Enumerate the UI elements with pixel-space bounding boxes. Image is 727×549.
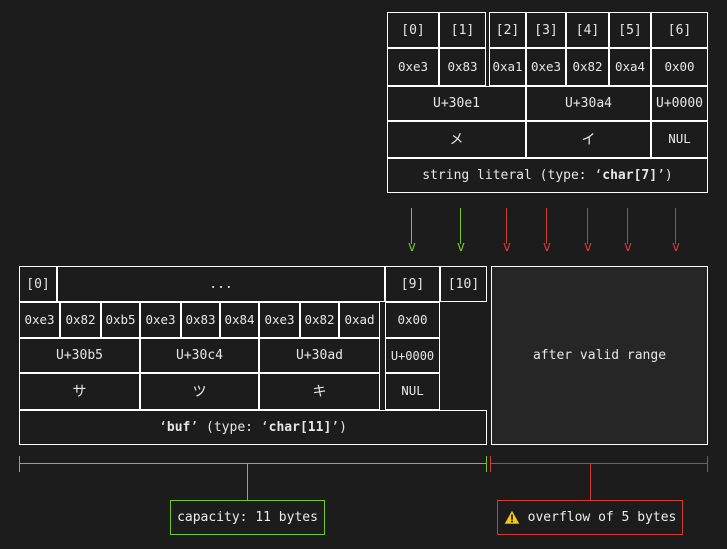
- dest-byte-cell-0: 0xe3: [19, 302, 60, 338]
- dest-index-cell-10: [10]: [440, 266, 487, 302]
- source-index-cell-2: [2]: [489, 12, 526, 48]
- arrow-head-icon: v: [541, 240, 553, 254]
- dest-byte-cell-2: 0xb5: [101, 302, 140, 338]
- source-byte-cell-1: 0x83: [439, 48, 486, 86]
- capacity-range-bracket: [19, 456, 487, 472]
- source-byte-cell-4: 0x82: [566, 48, 609, 86]
- dest-glyph-cell-0: サ: [19, 373, 140, 410]
- dest-codepoint-cell-3: U+0000: [385, 338, 440, 373]
- dest-caption-mid: ’ (type: ‘: [190, 421, 268, 434]
- source-byte-cell-6: 0x00: [651, 48, 708, 86]
- capacity-callout-label: capacity: 11 bytes: [177, 510, 318, 525]
- source-index-cell-3: [3]: [526, 12, 566, 48]
- source-codepoint-cell-1: U+30a4: [526, 86, 651, 121]
- dest-index-cell-ellipsis: ...: [57, 266, 385, 302]
- dest-table-caption: ‘buf’ (type: ‘char[11]’): [19, 410, 487, 445]
- dest-codepoint-cell-1: U+30c4: [140, 338, 259, 373]
- dest-glyph-cell-3: NUL: [385, 373, 440, 410]
- bracket-cap-left: [490, 456, 491, 472]
- arrow-head-icon: v: [406, 240, 418, 254]
- dest-byte-cell-8: 0xad: [339, 302, 380, 338]
- dest-byte-cell-1: 0x82: [60, 302, 101, 338]
- after-valid-range-label: after valid range: [533, 349, 666, 362]
- warning-triangle-icon: [504, 510, 520, 525]
- dest-byte-cell-9: 0x00: [385, 302, 440, 338]
- dest-codepoint-cell-2: U+30ad: [259, 338, 380, 373]
- bracket-bar: [19, 463, 487, 464]
- source-glyph-cell-2: NUL: [651, 121, 708, 158]
- dest-byte-cell-5: 0x84: [220, 302, 259, 338]
- source-byte-cell-0: 0xe3: [387, 48, 439, 86]
- bracket-cap-right: [486, 456, 487, 472]
- source-glyph-cell-1: イ: [526, 121, 651, 158]
- arrow-head-icon: v: [670, 240, 682, 254]
- source-caption-prefix: string literal (type: ‘: [422, 169, 602, 182]
- source-byte-cell-3: 0xe3: [526, 48, 566, 86]
- dest-byte-cell-6: 0xe3: [259, 302, 300, 338]
- dest-glyph-cell-1: ツ: [140, 373, 259, 410]
- dest-caption-name: buf: [167, 421, 190, 434]
- arrow-head-icon: v: [582, 240, 594, 254]
- dest-byte-cell-7: 0x82: [300, 302, 339, 338]
- bracket-cap-left: [19, 456, 20, 472]
- bracket-bar: [490, 463, 708, 464]
- source-index-cell-6: [6]: [651, 12, 708, 48]
- source-index-cell-5: [5]: [609, 12, 651, 48]
- capacity-callout: capacity: 11 bytes: [170, 500, 325, 535]
- arrow-head-icon: v: [501, 240, 513, 254]
- dest-index-cell-0: [0]: [19, 266, 57, 302]
- dest-caption-type: char[11]: [269, 421, 332, 434]
- after-valid-range-panel: after valid range: [491, 266, 708, 445]
- source-codepoint-cell-0: U+30e1: [387, 86, 526, 121]
- arrow-head-icon: v: [455, 240, 467, 254]
- overflow-callout: overflow of 5 bytes: [497, 500, 683, 535]
- source-glyph-cell-0: メ: [387, 121, 526, 158]
- diagram-canvas: [0] [1] [2] [3] [4] [5] [6] 0xe3 0x83 0x…: [0, 0, 727, 549]
- source-byte-cell-2: 0xa1: [489, 48, 526, 86]
- source-index-cell-0: [0]: [387, 12, 439, 48]
- overflow-callout-label: overflow of 5 bytes: [528, 510, 677, 525]
- overflow-range-bracket: [490, 456, 708, 472]
- dest-glyph-cell-2: キ: [259, 373, 380, 410]
- source-codepoint-cell-2: U+0000: [651, 86, 708, 121]
- arrow-head-icon: v: [622, 240, 634, 254]
- source-index-cell-1: [1]: [439, 12, 486, 48]
- dest-byte-cell-3: 0xe3: [140, 302, 181, 338]
- source-byte-cell-5: 0xa4: [609, 48, 651, 86]
- source-table-caption: string literal (type: ‘char[7]’): [387, 158, 708, 193]
- dest-byte-cell-4: 0x83: [181, 302, 220, 338]
- dest-codepoint-cell-0: U+30b5: [19, 338, 140, 373]
- source-index-cell-4: [4]: [566, 12, 609, 48]
- source-caption-suffix: ’): [657, 169, 673, 182]
- dest-byte-cell-10: [440, 302, 487, 338]
- source-caption-type: char[7]: [602, 169, 657, 182]
- dest-caption-open-quote: ‘: [159, 421, 167, 434]
- bracket-cap-right: [707, 456, 708, 472]
- dest-index-cell-9: [9]: [385, 266, 440, 302]
- dest-caption-close: ’): [331, 421, 347, 434]
